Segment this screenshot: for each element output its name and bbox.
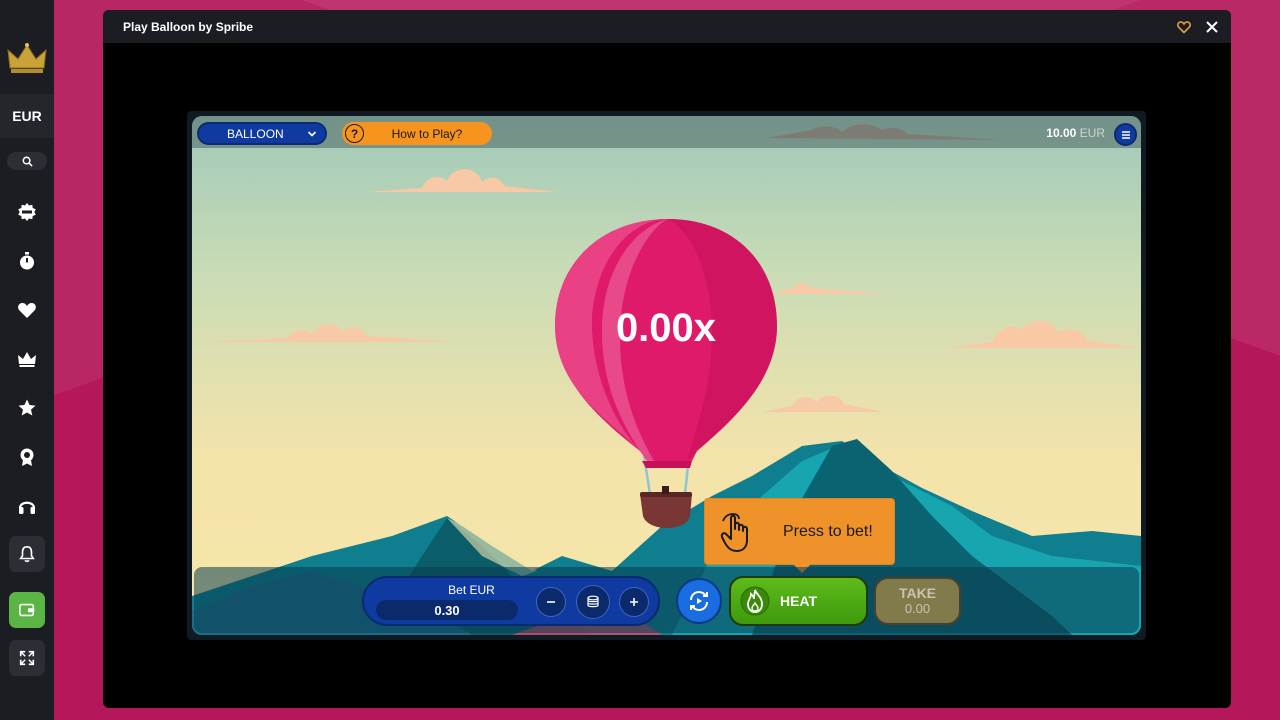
close-icon[interactable] [1205,20,1219,34]
expand-icon [19,650,35,666]
wallet-icon [18,603,35,617]
search-button[interactable] [7,152,47,170]
auto-play-button[interactable] [676,578,722,624]
chevron-down-icon [307,131,317,137]
fullscreen-button[interactable] [9,640,45,676]
sidebar-item-rewards[interactable] [9,439,45,475]
left-sidebar: EUR [0,0,54,720]
sidebar-item-popular[interactable] [9,390,45,426]
currency-label: EUR [12,108,42,124]
press-to-bet-tooltip: Press to bet! [704,498,895,573]
sidebar-item-vip[interactable] [9,341,45,377]
heat-button-label: HEAT [779,593,818,609]
coins-stack-icon [587,595,599,608]
heat-button[interactable]: HEAT [729,576,868,626]
game-frame: BALLOON ? How to Play? 10.00 EUR 0.00x P… [187,111,1146,640]
modal-title: Play Balloon by Spribe [123,19,254,34]
new-badge-icon [18,203,36,221]
plus-icon [630,598,638,606]
flame-icon [740,586,770,616]
search-icon [22,156,33,167]
game-selector-label: BALLOON [227,126,284,141]
currency-selector[interactable]: EUR [0,94,54,138]
how-to-play-label: How to Play? [391,126,463,141]
balance-currency: EUR [1079,126,1105,140]
increase-bet-button[interactable] [619,587,649,617]
award-icon [20,448,34,466]
scene-background [192,124,1141,635]
heart-icon [18,303,36,318]
auto-refresh-icon [690,590,708,612]
sidebar-item-favorites[interactable] [9,292,45,328]
tooltip-text: Press to bet! [783,523,873,540]
sidebar-item-new[interactable] [9,194,45,230]
balloon-basket [640,494,692,528]
bet-label: Bet EUR [448,583,495,597]
game-scene[interactable]: BALLOON ? How to Play? 10.00 EUR 0.00x P… [192,116,1141,635]
cloud-shape [367,169,557,192]
bet-amount-input[interactable]: 0.30 [376,600,518,620]
take-button[interactable]: TAKE 0.00 [874,577,961,625]
balance-display: 10.00 EUR [1046,126,1105,140]
cloud-shape [947,320,1137,348]
sidebar-item-recent[interactable] [9,243,45,279]
stopwatch-icon [20,252,34,270]
bet-controls-panel: Bet EUR 0.30 HEAT TAKE 0.00 [194,567,1139,633]
crown-icon [18,352,36,367]
notifications-button[interactable] [9,536,45,572]
cloud-shape [202,323,457,342]
sidebar-item-support[interactable] [9,488,45,524]
multiplier-display: 0.00x [615,306,717,350]
wallet-button[interactable] [9,592,45,628]
game-modal: Play Balloon by Spribe BALLOON ? How to … [103,10,1231,708]
minus-icon [547,601,555,603]
balance-amount: 10.00 [1046,126,1077,140]
how-to-play-button[interactable]: ? How to Play? [342,122,492,145]
game-menu-button[interactable] [1114,123,1137,146]
decrease-bet-button[interactable] [536,587,566,617]
bell-icon [19,545,35,563]
modal-header: Play Balloon by Spribe [103,10,1231,43]
cloud-shape [762,395,884,412]
cloud-shape [772,283,887,294]
game-topbar: BALLOON ? How to Play? 10.00 EUR [192,116,1141,148]
game-selector-dropdown[interactable]: BALLOON [197,122,327,145]
modal-actions [1177,20,1219,34]
take-amount: 0.00 [904,601,931,616]
pointer-hand-icon [720,513,748,552]
question-icon: ? [345,124,364,143]
take-button-label: TAKE [898,585,937,601]
bet-presets-button[interactable] [576,585,610,619]
star-icon [18,399,36,416]
bet-amount-control: Bet EUR 0.30 [362,576,660,626]
crown-logo-icon[interactable] [7,42,47,76]
headset-icon [18,501,36,514]
hamburger-menu-icon [1121,130,1130,139]
favorite-heart-icon[interactable] [1177,20,1191,34]
